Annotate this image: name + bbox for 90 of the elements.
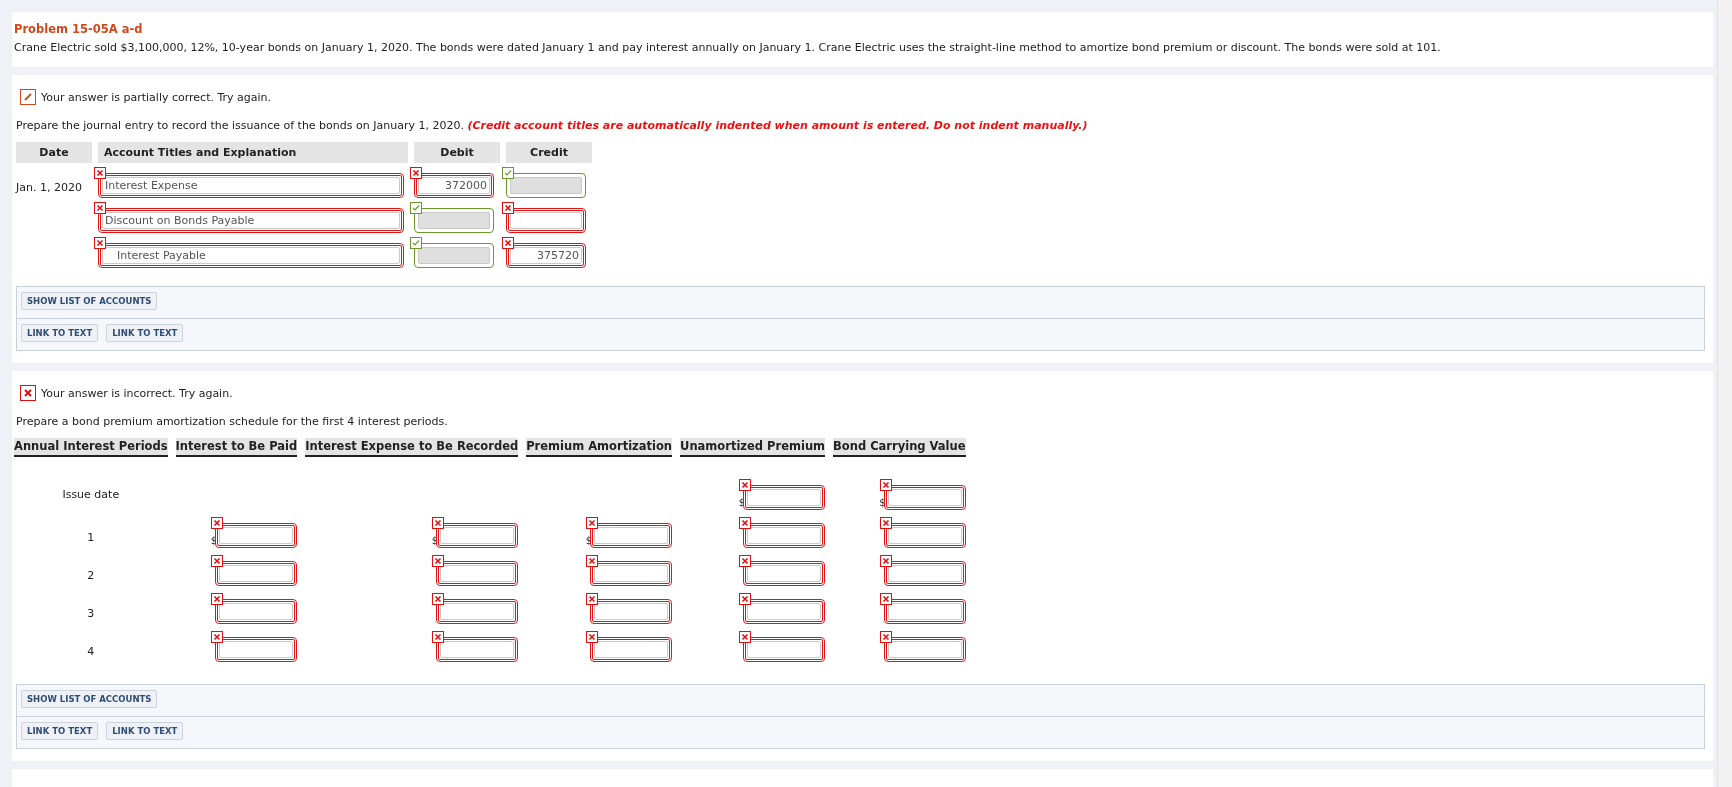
check-icon — [502, 167, 514, 179]
column-header: Account Titles and Explanation — [98, 142, 408, 163]
period-label: Issue date — [61, 487, 121, 501]
show-accounts-button[interactable]: SHOW LIST OF ACCOUNTS — [21, 292, 158, 310]
problem-text: Crane Electric sold $3,100,000, 12%, 10-year bonds on January 1, 2020. The bonds were dated January 1 and pay interest annually on January 1. Crane Electric uses the straight-line method to amortize bond premium or discount. The bonds were sold at 101. — [14, 40, 1442, 55]
input-field[interactable] — [215, 598, 298, 624]
x-icon — [94, 237, 106, 249]
input-field[interactable] — [436, 560, 519, 586]
input-field[interactable] — [414, 243, 494, 268]
input-field[interactable] — [883, 484, 966, 510]
input-field[interactable] — [590, 560, 673, 586]
problem-title: Problem 15-05A a-d — [14, 22, 144, 36]
x-icon — [211, 554, 224, 567]
column-header: Debit — [414, 142, 500, 163]
show-accounts-button[interactable]: SHOW LIST OF ACCOUNTS — [21, 690, 158, 708]
input-field[interactable] — [883, 598, 966, 624]
link-to-text-button[interactable]: LINK TO TEXT — [21, 722, 99, 740]
column-header: Unamortized Premium — [680, 438, 826, 457]
input-field[interactable] — [215, 636, 298, 662]
link-to-text-button[interactable]: LINK TO TEXT — [106, 722, 184, 740]
x-icon — [502, 237, 514, 249]
input-field[interactable] — [743, 636, 826, 662]
x-icon — [211, 630, 224, 643]
x-icon — [94, 202, 106, 214]
period-label: 4 — [86, 644, 96, 658]
instruction-text: Prepare the journal entry to record the issuance of the bonds on January 1, 2020. (Credit account titles are automatically indented when amount is entered. Do not indent manually.) — [16, 119, 1089, 132]
x-icon — [211, 592, 224, 605]
input-field[interactable] — [506, 208, 586, 233]
period-label: 1 — [86, 530, 96, 544]
status-message: Your answer is incorrect. Try again. — [41, 386, 233, 400]
input-field[interactable] — [743, 484, 826, 510]
input-field[interactable] — [506, 173, 586, 198]
input-field[interactable] — [883, 560, 966, 586]
input-field[interactable] — [883, 522, 966, 548]
input-field[interactable] — [215, 522, 298, 548]
period-label: 3 — [86, 606, 96, 620]
x-icon — [739, 516, 752, 529]
x-icon — [211, 516, 224, 529]
input-field[interactable] — [436, 522, 519, 548]
input-field[interactable] — [414, 208, 494, 233]
x-icon — [502, 202, 514, 214]
x-icon — [879, 516, 892, 529]
column-header: Bond Carrying Value — [833, 438, 966, 457]
x-icon — [94, 167, 106, 179]
column-header: Premium Amortization — [526, 438, 673, 457]
column-header: Credit — [506, 142, 592, 163]
check-icon — [410, 202, 422, 214]
column-header: Date — [16, 142, 92, 163]
x-icon — [879, 554, 892, 567]
link-to-text-button[interactable]: LINK TO TEXT — [106, 324, 184, 342]
input-field[interactable] — [743, 522, 826, 548]
input-field[interactable]: Interest Payable — [98, 243, 404, 268]
x-icon — [739, 554, 752, 567]
input-field[interactable] — [743, 560, 826, 586]
x-icon — [586, 592, 599, 605]
x-icon — [432, 554, 445, 567]
x-icon — [586, 630, 599, 643]
check-icon — [410, 237, 422, 249]
column-header: Interest Expense to Be Recorded — [305, 438, 519, 457]
x-icon — [879, 592, 892, 605]
x-icon — [739, 630, 752, 643]
input-field[interactable] — [590, 598, 673, 624]
column-header: Annual Interest Periods — [14, 438, 168, 457]
input-field[interactable] — [590, 522, 673, 548]
input-field[interactable] — [215, 560, 298, 586]
input-field[interactable] — [743, 598, 826, 624]
input-field[interactable]: 372000 — [414, 173, 494, 198]
instruction-text: Prepare a bond premium amortization schedule for the first 4 interest periods. — [16, 415, 449, 428]
input-field[interactable] — [436, 636, 519, 662]
status-message: Your answer is partially correct. Try again. — [41, 90, 272, 104]
x-icon — [432, 592, 445, 605]
input-field[interactable] — [883, 636, 966, 662]
x-icon — [879, 630, 892, 643]
input-field[interactable] — [436, 598, 519, 624]
x-icon — [739, 592, 752, 605]
x-icon — [410, 167, 422, 179]
input-field[interactable]: Interest Expense — [98, 173, 404, 198]
x-icon — [586, 554, 599, 567]
input-field[interactable] — [590, 636, 673, 662]
period-label: 2 — [86, 568, 96, 582]
column-header: Interest to Be Paid — [175, 438, 298, 457]
x-icon — [432, 630, 445, 643]
input-field[interactable]: Discount on Bonds Payable — [98, 208, 404, 233]
date-cell-text: Jan. 1, 2020 — [16, 180, 83, 194]
x-icon — [879, 478, 892, 491]
link-to-text-button[interactable]: LINK TO TEXT — [21, 324, 99, 342]
x-icon — [586, 516, 599, 529]
x-icon — [432, 516, 445, 529]
input-field[interactable]: 375720 — [506, 243, 586, 268]
x-icon — [739, 478, 752, 491]
